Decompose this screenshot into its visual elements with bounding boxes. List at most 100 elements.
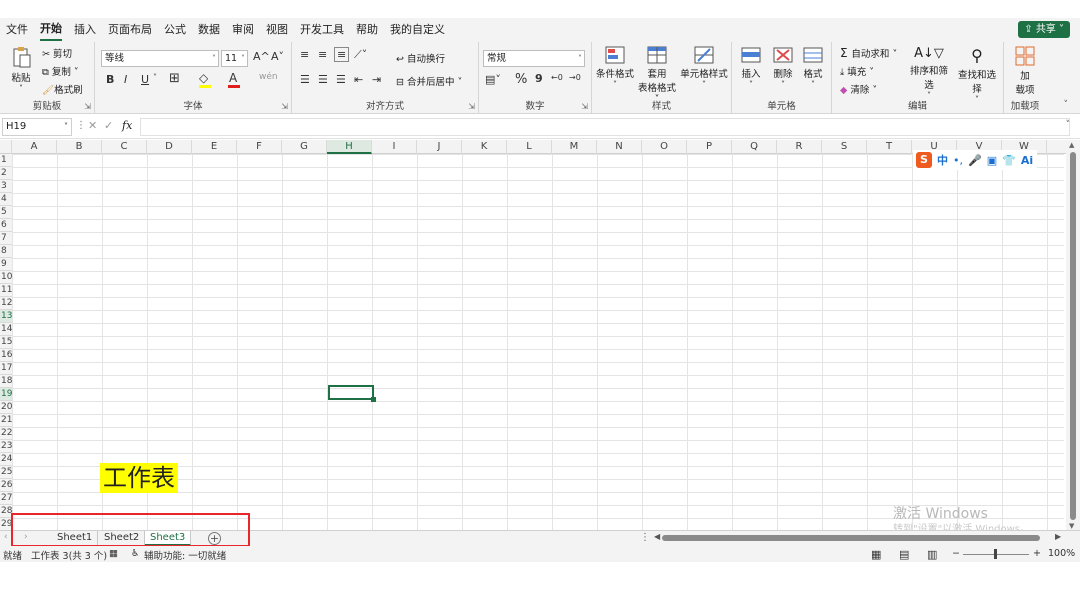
row-header[interactable]: 19 bbox=[0, 388, 12, 401]
row-header[interactable]: 8 bbox=[0, 245, 12, 258]
column-header[interactable]: C bbox=[102, 140, 147, 154]
column-header[interactable]: E bbox=[192, 140, 237, 154]
increase-indent-icon[interactable]: ⇥ bbox=[372, 73, 381, 86]
menu-item-8[interactable]: 开发工具 bbox=[300, 18, 344, 42]
column-header[interactable]: D bbox=[147, 140, 192, 154]
row-header[interactable]: 1 bbox=[0, 154, 12, 167]
menu-item-9[interactable]: 帮助 bbox=[356, 18, 378, 42]
cut-button[interactable]: ✂ 剪切 bbox=[42, 46, 72, 60]
formula-input[interactable] bbox=[140, 118, 1070, 136]
share-button[interactable]: ⇪ 共享 ˅ bbox=[1018, 21, 1070, 38]
copy-button[interactable]: ⧉ 复制 ˅ bbox=[42, 64, 79, 78]
normal-view-icon[interactable]: ▦ bbox=[871, 548, 881, 561]
autosum-button[interactable]: Σ 自动求和 ˅ bbox=[840, 46, 897, 60]
font-size-select[interactable]: 11 ˅ bbox=[221, 50, 248, 67]
name-box[interactable]: H19 ˅ bbox=[2, 118, 72, 136]
vertical-scroll-thumb[interactable] bbox=[1070, 152, 1076, 520]
menu-item-2[interactable]: 插入 bbox=[74, 18, 96, 42]
number-launcher-icon[interactable]: ⇲ bbox=[581, 102, 588, 111]
menu-item-1[interactable]: 开始 bbox=[40, 19, 62, 41]
keyboard-icon[interactable]: ▣ bbox=[987, 154, 997, 167]
align-center-icon[interactable]: ☰ bbox=[318, 73, 328, 86]
number-format-select[interactable]: 常规 ˅ bbox=[483, 50, 585, 67]
punctuation-icon[interactable]: •, bbox=[953, 154, 963, 167]
alignment-launcher-icon[interactable]: ⇲ bbox=[468, 102, 475, 111]
row-header[interactable]: 18 bbox=[0, 375, 12, 388]
zoom-out-icon[interactable]: − bbox=[952, 548, 960, 559]
row-header[interactable]: 27 bbox=[0, 492, 12, 505]
column-header[interactable]: O bbox=[642, 140, 687, 154]
align-bottom-icon[interactable]: ≡ bbox=[334, 47, 350, 62]
row-header[interactable]: 26 bbox=[0, 479, 12, 492]
fill-button[interactable]: ⤓ 填充 ˅ bbox=[840, 64, 874, 78]
ai-button[interactable]: Ai bbox=[1021, 154, 1033, 167]
expand-formula-icon[interactable]: ˅ bbox=[1066, 120, 1071, 130]
column-header[interactable]: T bbox=[867, 140, 912, 154]
row-header[interactable]: 14 bbox=[0, 323, 12, 336]
row-header[interactable]: 15 bbox=[0, 336, 12, 349]
row-header[interactable]: 25 bbox=[0, 466, 12, 479]
row-header[interactable]: 2 bbox=[0, 167, 12, 180]
format-as-table-button[interactable]: 套用 表格格式 ˅ bbox=[636, 46, 678, 105]
row-header[interactable]: 7 bbox=[0, 232, 12, 245]
menu-item-4[interactable]: 公式 bbox=[164, 18, 186, 42]
more-options-icon[interactable]: ⋮ bbox=[76, 120, 86, 131]
page-break-icon[interactable]: ▥ bbox=[927, 548, 937, 561]
tab-split-handle[interactable]: ⋮ bbox=[640, 532, 650, 543]
font-name-select[interactable]: 等线 ˅ bbox=[101, 50, 219, 67]
horizontal-scroll-thumb[interactable] bbox=[662, 535, 1040, 541]
skin-icon[interactable]: 👕 bbox=[1002, 154, 1016, 167]
row-header[interactable]: 10 bbox=[0, 271, 12, 284]
row-header[interactable]: 24 bbox=[0, 453, 12, 466]
row-header[interactable]: 5 bbox=[0, 206, 12, 219]
column-header[interactable]: R bbox=[777, 140, 822, 154]
row-header[interactable]: 20 bbox=[0, 401, 12, 414]
phonetic-icon[interactable]: wén bbox=[259, 72, 278, 82]
menu-item-3[interactable]: 页面布局 bbox=[108, 18, 152, 42]
format-painter-button[interactable]: 🖌格式刷 bbox=[42, 82, 83, 96]
column-header[interactable]: F bbox=[237, 140, 282, 154]
menu-item-10[interactable]: 我的自定义 bbox=[390, 18, 445, 42]
addins-button[interactable]: 加载项 bbox=[1010, 46, 1040, 96]
accounting-icon[interactable]: ▤˅ bbox=[485, 73, 501, 86]
grow-font-button[interactable]: A^ bbox=[253, 50, 270, 63]
row-header[interactable]: 17 bbox=[0, 362, 12, 375]
status-accessibility[interactable]: 辅助功能: 一切就绪 bbox=[144, 548, 226, 562]
wrap-text-button[interactable]: ↩ 自动换行 bbox=[396, 51, 445, 65]
zoom-slider-thumb[interactable] bbox=[994, 549, 997, 559]
clear-button[interactable]: ◆ 清除 ˅ bbox=[840, 82, 877, 96]
row-header[interactable]: 23 bbox=[0, 440, 12, 453]
menu-item-0[interactable]: 文件 bbox=[6, 18, 28, 42]
row-header[interactable]: 12 bbox=[0, 297, 12, 310]
column-header[interactable]: B bbox=[57, 140, 102, 154]
italic-button[interactable]: I bbox=[124, 73, 127, 86]
decrease-indent-icon[interactable]: ⇤ bbox=[354, 73, 363, 86]
fill-color-icon[interactable]: ◇ bbox=[199, 71, 208, 85]
enter-icon[interactable]: ✓ bbox=[104, 119, 113, 132]
column-header[interactable]: N bbox=[597, 140, 642, 154]
column-header[interactable]: L bbox=[507, 140, 552, 154]
prev-sheet-icon[interactable]: ‹ bbox=[4, 532, 8, 542]
comma-button[interactable]: 9 bbox=[535, 72, 543, 85]
underline-button[interactable]: U bbox=[141, 73, 149, 86]
insert-function-button[interactable]: fx bbox=[122, 119, 132, 132]
shrink-font-button[interactable]: A˅ bbox=[271, 50, 284, 63]
zoom-in-icon[interactable]: + bbox=[1033, 548, 1041, 559]
bold-button[interactable]: B bbox=[106, 73, 114, 86]
find-select-button[interactable]: ⚲ 查找和选择 ˅ bbox=[954, 46, 1000, 104]
column-header[interactable]: A bbox=[12, 140, 57, 154]
row-header[interactable]: 21 bbox=[0, 414, 12, 427]
sort-filter-button[interactable]: A↓▽ 排序和筛选 ˅ bbox=[906, 46, 952, 100]
column-header[interactable]: K bbox=[462, 140, 507, 154]
percent-button[interactable]: % bbox=[515, 72, 527, 87]
align-right-icon[interactable]: ☰ bbox=[336, 73, 346, 86]
select-all-corner[interactable] bbox=[0, 140, 12, 154]
underline-dropdown-icon[interactable]: ˅ bbox=[153, 73, 157, 82]
scroll-down-icon[interactable]: ▼ bbox=[1069, 522, 1074, 530]
selected-cell[interactable] bbox=[328, 385, 376, 402]
row-header[interactable]: 3 bbox=[0, 180, 12, 193]
row-header[interactable]: 9 bbox=[0, 258, 12, 271]
zoom-level[interactable]: 100% bbox=[1048, 548, 1075, 559]
conditional-format-button[interactable]: 条件格式 ˅ bbox=[594, 46, 636, 89]
page-layout-icon[interactable]: ▤ bbox=[899, 548, 909, 561]
